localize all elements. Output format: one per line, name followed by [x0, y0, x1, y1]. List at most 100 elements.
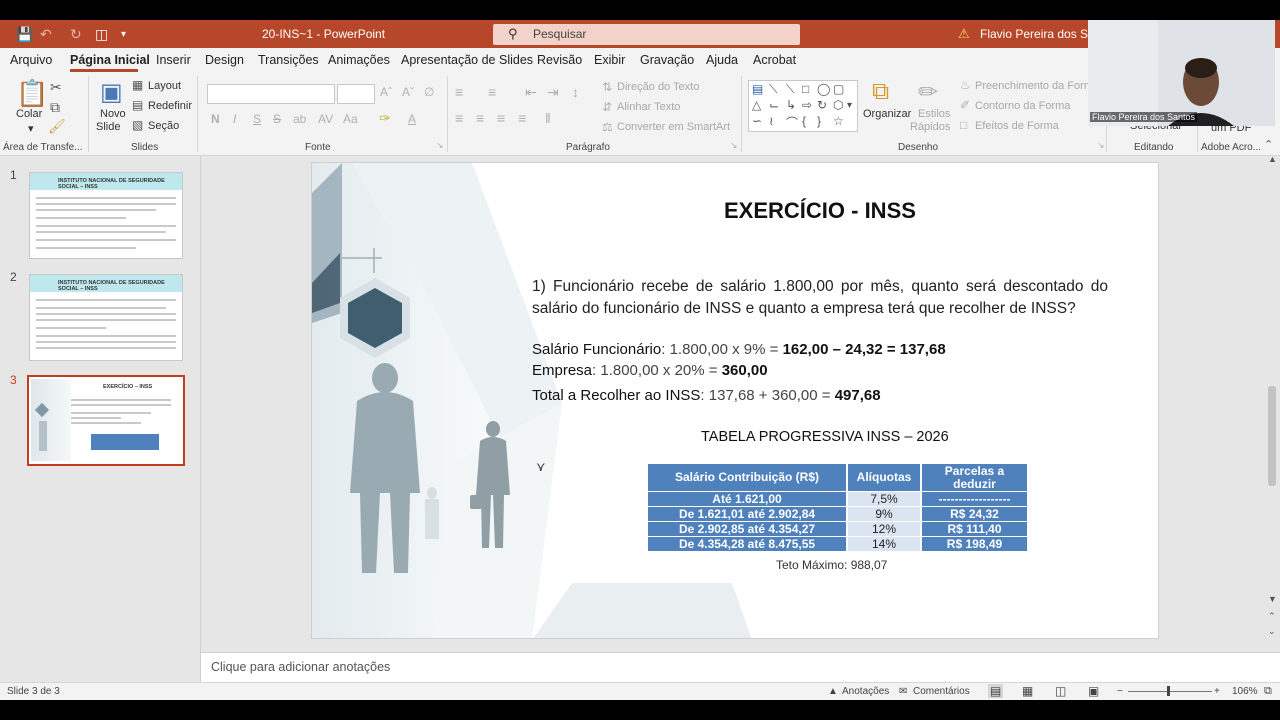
arrange-icon[interactable]: ⧉	[872, 78, 889, 106]
copy-icon[interactable]: ⧉	[50, 99, 60, 116]
format-painter-icon[interactable]: 🖌	[48, 118, 66, 135]
align-text-button[interactable]: Alinhar Texto	[617, 101, 680, 113]
slideshow-view-icon[interactable]: ▣	[1088, 684, 1099, 698]
bold-icon[interactable]: N	[211, 112, 220, 126]
slide-canvas[interactable]: EXERCÍCIO - INSS 1) Funcionário recebe d…	[311, 162, 1159, 639]
shape-effects-button[interactable]: Efeitos de Forma	[975, 120, 1059, 132]
teto-maximo[interactable]: Teto Máximo: 988,07	[776, 558, 887, 572]
shape-outline-button[interactable]: Contorno da Forma	[975, 100, 1070, 112]
triangle-shape-icon[interactable]: △	[752, 98, 761, 112]
layout-button[interactable]: Layout	[148, 80, 181, 92]
notes-toggle-button[interactable]: Anotações	[842, 686, 889, 697]
shapes-gallery[interactable]: ▤ ⟍ ⟍ □ ◯ ▢ △ ⌙ ↳ ⇨ ↻ ⬡ ∽ ≀ ⌒ { } ☆	[748, 80, 858, 132]
increase-font-icon[interactable]: Aˆ	[380, 85, 392, 99]
reset-button[interactable]: Redefinir	[148, 100, 192, 112]
drawing-dialog-launcher-icon[interactable]: ↘	[1097, 140, 1105, 151]
hexagon-shape-icon[interactable]: ⬡	[833, 98, 843, 112]
customize-qat-icon[interactable]: ▾	[121, 29, 126, 40]
decrease-indent-icon[interactable]: ⇤	[525, 84, 537, 101]
align-left-icon[interactable]: ≡	[455, 110, 463, 126]
cut-icon[interactable]: ✂	[50, 79, 62, 96]
tab-transicoes[interactable]: Transições	[258, 53, 319, 67]
slide-thumbnail-3[interactable]: EXERCÍCIO – INSS	[27, 375, 185, 466]
numbering-icon[interactable]: ≡	[488, 84, 496, 100]
slide-title[interactable]: EXERCÍCIO - INSS	[724, 198, 916, 224]
quick-styles-label-2[interactable]: Rápidos	[910, 121, 950, 133]
redo-icon[interactable]: ↻	[70, 26, 82, 43]
question-text[interactable]: 1) Funcionário recebe de salário 1.800,0…	[532, 276, 1108, 320]
connector-shape-icon[interactable]: ⌙	[769, 98, 779, 112]
shape-fill-button[interactable]: Preenchimento da Forma	[975, 80, 1099, 92]
arc-shape-icon[interactable]: ⌒	[786, 114, 798, 131]
present-icon[interactable]: ◫	[95, 26, 108, 43]
section-button[interactable]: Seção	[148, 120, 179, 132]
save-icon[interactable]: 💾	[16, 26, 33, 43]
new-slide-label-1[interactable]: Novo	[100, 108, 126, 120]
paste-icon[interactable]: 📋	[16, 78, 48, 109]
zoom-slider[interactable]	[1128, 691, 1212, 692]
tab-arquivo[interactable]: Arquivo	[10, 53, 52, 67]
arrow-shape-icon[interactable]: ⇨	[802, 98, 812, 112]
quick-styles-label-1[interactable]: Estilos	[918, 108, 950, 120]
decrease-font-icon[interactable]: Aˇ	[402, 85, 414, 99]
normal-view-icon[interactable]: ▤	[988, 684, 1004, 698]
zoom-level[interactable]: 106%	[1232, 686, 1258, 697]
slide-thumbnail-2[interactable]: INSTITUTO NACIONAL DE SEGURIDADE SOCIAL …	[29, 274, 183, 361]
underline-icon[interactable]: S	[253, 112, 261, 126]
tab-apresentacao[interactable]: Apresentação de Slides	[401, 53, 533, 67]
brace-right-shape-icon[interactable]: }	[817, 114, 821, 128]
change-case-icon[interactable]: Aa	[343, 112, 358, 126]
strikethrough-icon[interactable]: S	[273, 112, 281, 126]
curve-shape-icon[interactable]: ∽	[752, 114, 762, 128]
spacing-icon[interactable]: AV	[318, 112, 333, 126]
tab-animacoes[interactable]: Animações	[328, 53, 390, 67]
scroll-down-icon[interactable]: ▼	[1268, 594, 1277, 604]
slide-thumbnail-1[interactable]: INSTITUTO NACIONAL DE SEGURIDADE SOCIAL …	[29, 172, 183, 259]
notes-toggle-icon[interactable]: ▲	[828, 686, 838, 697]
oval-shape-icon[interactable]: ◯	[817, 82, 830, 96]
font-color-icon[interactable]: A	[408, 112, 416, 126]
freeform-shape-icon[interactable]: ≀	[769, 114, 774, 128]
tab-inserir[interactable]: Inserir	[156, 53, 191, 67]
line-spacing-icon[interactable]: ↕	[572, 84, 579, 100]
zoom-in-icon[interactable]: +	[1214, 686, 1220, 697]
font-size-select[interactable]	[337, 84, 375, 104]
fit-to-window-icon[interactable]: ⧉	[1264, 685, 1272, 698]
italic-icon[interactable]: I	[233, 112, 236, 126]
font-family-select[interactable]	[207, 84, 335, 104]
brace-left-shape-icon[interactable]: {	[802, 114, 806, 128]
reading-view-icon[interactable]: ◫	[1055, 684, 1066, 698]
next-slide-icon[interactable]: ⌄	[1268, 626, 1276, 637]
columns-icon[interactable]: ‖	[545, 110, 551, 126]
line2-shape-icon[interactable]: ⟍	[786, 82, 794, 97]
cycle-shape-icon[interactable]: ↻	[817, 98, 827, 112]
zoom-out-icon[interactable]: −	[1117, 686, 1123, 697]
shapes-more-icon[interactable]: ▾	[847, 100, 852, 111]
bullets-icon[interactable]: ≡	[455, 84, 463, 100]
calc-line-total[interactable]: Total a Recolher ao INSS: 137,68 + 360,0…	[532, 387, 881, 404]
scroll-up-icon[interactable]: ▲	[1268, 154, 1277, 164]
calc-line-salario[interactable]: Salário Funcionário: 1.800,00 x 9% = 162…	[532, 341, 946, 358]
table-title[interactable]: TABELA PROGRESSIVA INSS – 2026	[701, 429, 949, 445]
align-right-icon[interactable]: ≡	[497, 110, 505, 126]
line-shape-icon[interactable]: ⟍	[769, 82, 777, 97]
increase-indent-icon[interactable]: ⇥	[547, 84, 559, 101]
undo-icon[interactable]: ↶	[40, 26, 52, 43]
text-direction-button[interactable]: Direção do Texto	[617, 81, 699, 93]
search-box[interactable]: ⚲ Pesquisar	[493, 24, 800, 45]
warning-icon[interactable]: ⚠	[958, 26, 970, 42]
tab-gravacao[interactable]: Gravação	[640, 53, 694, 67]
paste-label[interactable]: Colar	[16, 108, 42, 120]
zoom-slider-thumb[interactable]	[1167, 686, 1170, 696]
tab-pagina-inicial[interactable]: Página Inicial	[70, 53, 150, 67]
tab-exibir[interactable]: Exibir	[594, 53, 625, 67]
char-spacing-icon[interactable]: ab	[293, 112, 306, 126]
previous-slide-icon[interactable]: ⌃	[1268, 611, 1276, 622]
comments-button[interactable]: Comentários	[913, 686, 970, 697]
textbox-shape-icon[interactable]: ▤	[752, 82, 763, 96]
paragraph-dialog-launcher-icon[interactable]: ↘	[730, 140, 738, 151]
vertical-scrollbar[interactable]: ▲ ▼ ⌃ ⌄	[1265, 154, 1280, 652]
inss-progressive-table[interactable]: Salário Contribuição (R$) Alíquotas Parc…	[646, 463, 1029, 552]
align-center-icon[interactable]: ≡	[476, 110, 484, 126]
tab-design[interactable]: Design	[205, 53, 244, 67]
